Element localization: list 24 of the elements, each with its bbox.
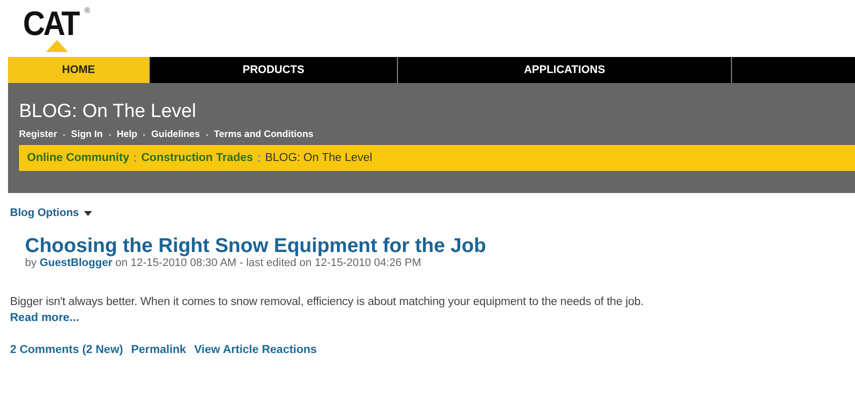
byline-text: by: [25, 257, 37, 269]
author-link[interactable]: GuestBlogger: [40, 257, 112, 269]
breadcrumb-link[interactable]: Construction Trades: [141, 152, 254, 164]
logo-text: CAT: [23, 6, 78, 42]
post-action-link[interactable]: 2 Comments (2 New): [10, 344, 124, 356]
post-title[interactable]: Choosing the Right Snow Equipment for the Job: [25, 235, 486, 257]
header-link[interactable]: Terms and Conditions: [214, 129, 314, 140]
caret-icon: [84, 210, 92, 216]
breadcrumb-current: BLOG: On The Level: [265, 152, 372, 164]
header-link[interactable]: Register: [19, 129, 58, 140]
header-link[interactable]: Help: [116, 129, 138, 140]
registered-mark: ®: [84, 6, 90, 15]
post-date: on 12-15-2010 08:30 AM - last edited on 12-15-2010 04:26 PM: [115, 257, 422, 269]
header-link[interactable]: Guidelines: [151, 129, 200, 140]
breadcrumb-link[interactable]: Online Community: [27, 152, 130, 164]
blog-title: BLOG: On The Level: [19, 101, 198, 123]
blog-options-menu[interactable]: Blog Options: [10, 207, 80, 219]
triangle-icon: [46, 40, 68, 52]
nav-tab[interactable]: HOME: [8, 57, 150, 83]
post-action-link[interactable]: Permalink: [131, 344, 186, 356]
read-more-link[interactable]: Read more...: [10, 312, 80, 324]
header-link[interactable]: Sign In: [71, 129, 103, 140]
post-excerpt: Bigger isn't always better. When it comes to snow removal, efficiency is about matching your equipment to the needs of the job.: [10, 296, 645, 308]
post-action-link[interactable]: View Article Reactions: [194, 344, 317, 356]
